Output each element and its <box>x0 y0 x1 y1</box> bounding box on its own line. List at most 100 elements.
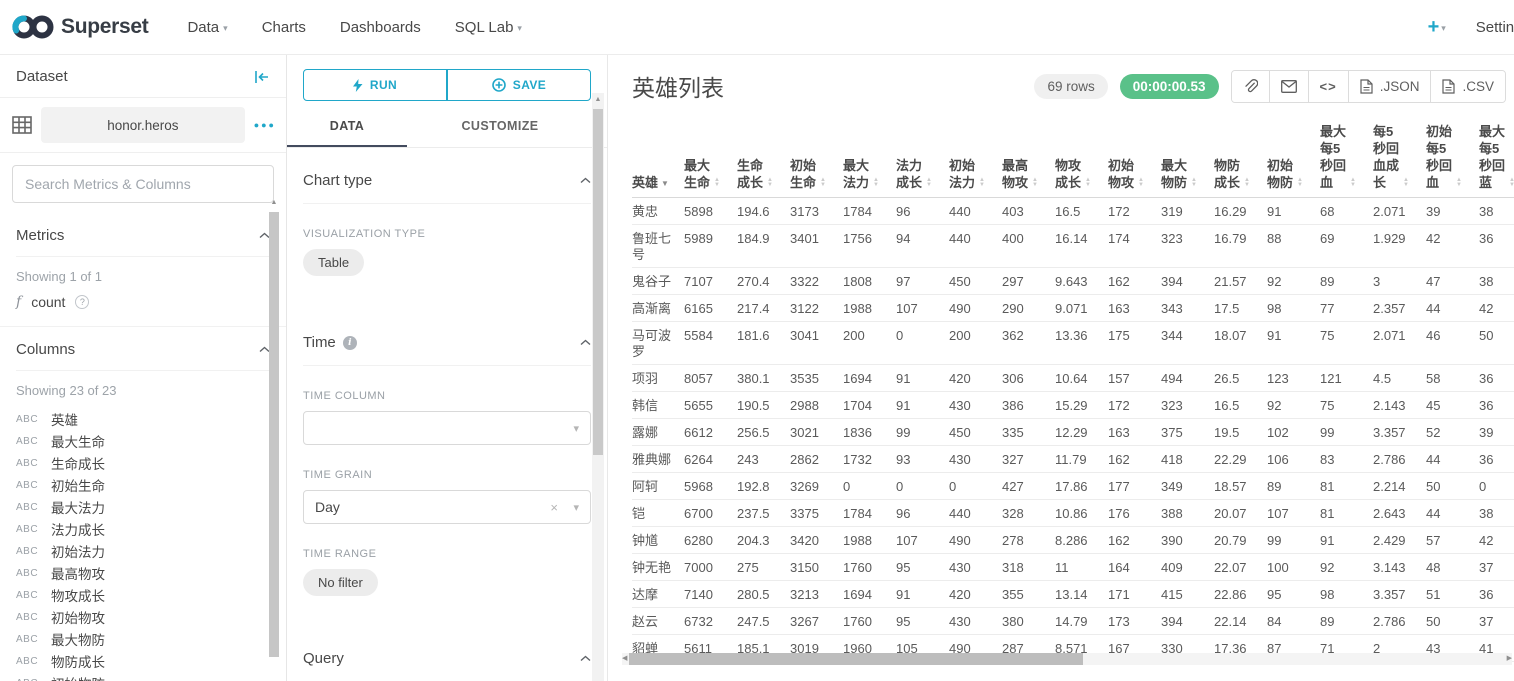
data-cell: 328 <box>1002 500 1055 527</box>
column-header[interactable]: 生命成长▲▼ <box>737 119 790 198</box>
column-header[interactable]: 最大每5秒回血▲▼ <box>1320 119 1373 198</box>
run-label: RUN <box>370 78 397 92</box>
data-cell: 99 <box>896 419 949 446</box>
sort-down-icon: ▼ <box>1085 183 1091 188</box>
settings-menu[interactable]: Settings <box>1476 19 1514 36</box>
nav-item-dashboards[interactable]: Dashboards <box>340 19 421 36</box>
metric-item-count[interactable]: f count ? <box>16 294 270 310</box>
tab-data[interactable]: DATA <box>287 109 407 147</box>
data-cell: 2.214 <box>1373 473 1426 500</box>
column-header-inner: 生命成长▲▼ <box>737 157 786 191</box>
column-header-inner: 最大法力▲▼ <box>843 157 892 191</box>
chart-type-section-header[interactable]: Chart type <box>303 148 591 204</box>
column-header[interactable]: 初始生命▲▼ <box>790 119 843 198</box>
new-item-button[interactable]: +▾ <box>1428 16 1446 39</box>
run-button[interactable]: RUN <box>303 69 447 101</box>
data-cell: 386 <box>1002 392 1055 419</box>
column-header[interactable]: 最大物防▲▼ <box>1161 119 1214 198</box>
column-header[interactable]: 物攻成长▲▼ <box>1055 119 1108 198</box>
chevron-down-icon: ▾ <box>517 23 522 33</box>
viz-type-value[interactable]: Table <box>303 249 364 276</box>
export-csv-button[interactable]: .CSV <box>1430 71 1505 102</box>
column-header[interactable]: 法力成长▲▼ <box>896 119 949 198</box>
column-list-item[interactable]: ABC英雄 <box>16 408 270 430</box>
column-list-item[interactable]: ABC初始物攻 <box>16 606 270 628</box>
data-cell: 390 <box>1161 527 1214 554</box>
column-list-item[interactable]: ABC最大生命 <box>16 430 270 452</box>
data-cell: 123 <box>1267 365 1320 392</box>
save-button[interactable]: SAVE <box>447 69 591 101</box>
column-list-item[interactable]: ABC最大法力 <box>16 496 270 518</box>
column-header[interactable]: 物防成长▲▼ <box>1214 119 1267 198</box>
column-list-item[interactable]: ABC初始生命 <box>16 474 270 496</box>
copy-link-button[interactable] <box>1232 71 1269 102</box>
column-header[interactable]: 英雄▼ <box>632 119 684 198</box>
more-options-icon[interactable]: ●●● <box>254 120 276 130</box>
panel-scrollbar[interactable]: ▲ <box>592 93 604 681</box>
data-cell: 50 <box>1426 473 1479 500</box>
column-header[interactable]: 最大法力▲▼ <box>843 119 896 198</box>
nav-item-data[interactable]: Data▾ <box>187 19 227 36</box>
dataset-name[interactable]: honor.heros <box>41 107 245 143</box>
nav-item-sql-lab[interactable]: SQL Lab▾ <box>455 19 522 36</box>
column-header[interactable]: 初始物攻▲▼ <box>1108 119 1161 198</box>
data-cell: 8.286 <box>1055 527 1108 554</box>
embed-code-button[interactable]: <> <box>1308 71 1348 102</box>
data-cell: 69 <box>1320 225 1373 268</box>
data-cell: 89 <box>1267 473 1320 500</box>
data-cell: 57 <box>1426 527 1479 554</box>
time-section-header[interactable]: Time i <box>303 310 591 366</box>
scroll-right-icon[interactable]: ▶ <box>1507 652 1512 666</box>
export-json-button[interactable]: .JSON <box>1348 71 1431 102</box>
nav-item-charts[interactable]: Charts <box>262 19 306 36</box>
hero-name-cell: 达摩 <box>632 581 684 608</box>
data-cell: 430 <box>949 554 1002 581</box>
column-list-item[interactable]: ABC最大物防 <box>16 628 270 650</box>
collapse-panel-icon[interactable] <box>254 70 270 84</box>
scrollbar-thumb[interactable] <box>629 653 1083 665</box>
horizontal-scrollbar[interactable]: ◀ ▶ <box>622 653 1512 665</box>
query-section-header[interactable]: Query <box>303 626 591 681</box>
scroll-up-icon[interactable]: ▲ <box>269 196 279 210</box>
column-header[interactable]: 初始物防▲▼ <box>1267 119 1320 198</box>
time-grain-select[interactable]: Day × ▾ <box>303 490 591 524</box>
column-header[interactable]: 最高物攻▲▼ <box>1002 119 1055 198</box>
scrollbar-thumb[interactable] <box>593 109 603 455</box>
tab-customize[interactable]: CUSTOMIZE <box>407 109 593 147</box>
data-cell: 175 <box>1108 322 1161 365</box>
metrics-section-header[interactable]: Metrics <box>16 213 270 257</box>
columns-section-header[interactable]: Columns <box>16 327 270 371</box>
email-button[interactable] <box>1269 71 1308 102</box>
scroll-up-icon[interactable]: ▲ <box>592 93 604 107</box>
superset-brand[interactable]: Superset <box>12 13 148 41</box>
column-list-item[interactable]: ABC法力成长 <box>16 518 270 540</box>
chart-header: 英雄列表 69 rows 00:00:00.53 <> <box>632 69 1514 103</box>
search-input[interactable] <box>12 165 274 203</box>
column-list-item[interactable]: ABC物防成长 <box>16 650 270 672</box>
data-cell: 400 <box>1002 225 1055 268</box>
column-header[interactable]: 每5秒回血成长▲▼ <box>1373 119 1426 198</box>
column-header[interactable]: 初始法力▲▼ <box>949 119 1002 198</box>
data-cell: 217.4 <box>737 295 790 322</box>
data-cell: 48 <box>1426 554 1479 581</box>
column-list-item[interactable]: ABC初始物防 <box>16 672 270 681</box>
column-list-item[interactable]: ABC初始法力 <box>16 540 270 562</box>
column-header[interactable]: 最大生命▲▼ <box>684 119 737 198</box>
clear-icon[interactable]: × <box>550 500 558 515</box>
time-range-value[interactable]: No filter <box>303 569 378 596</box>
scroll-left-icon[interactable]: ◀ <box>622 652 627 666</box>
column-header[interactable]: 初始每5秒回血▲▼ <box>1426 119 1479 198</box>
columns-list: ABC英雄ABC最大生命ABC生命成长ABC初始生命ABC最大法力ABC法力成长… <box>16 408 270 681</box>
scrollbar-thumb[interactable] <box>269 212 279 657</box>
column-list-item[interactable]: ABC物攻成长 <box>16 584 270 606</box>
time-range-label: TIME RANGE <box>303 548 591 560</box>
data-cell: 3375 <box>790 500 843 527</box>
column-list-item[interactable]: ABC生命成长 <box>16 452 270 474</box>
data-cell: 16.5 <box>1055 198 1108 225</box>
sidebar-scrollbar[interactable]: ▲ <box>269 196 279 681</box>
data-cell: 5898 <box>684 198 737 225</box>
column-list-item[interactable]: ABC最高物攻 <box>16 562 270 584</box>
chart-title[interactable]: 英雄列表 <box>632 69 724 103</box>
time-column-select[interactable]: ▾ <box>303 411 591 445</box>
column-header[interactable]: 最大每5秒回蓝▲▼ <box>1479 119 1514 198</box>
